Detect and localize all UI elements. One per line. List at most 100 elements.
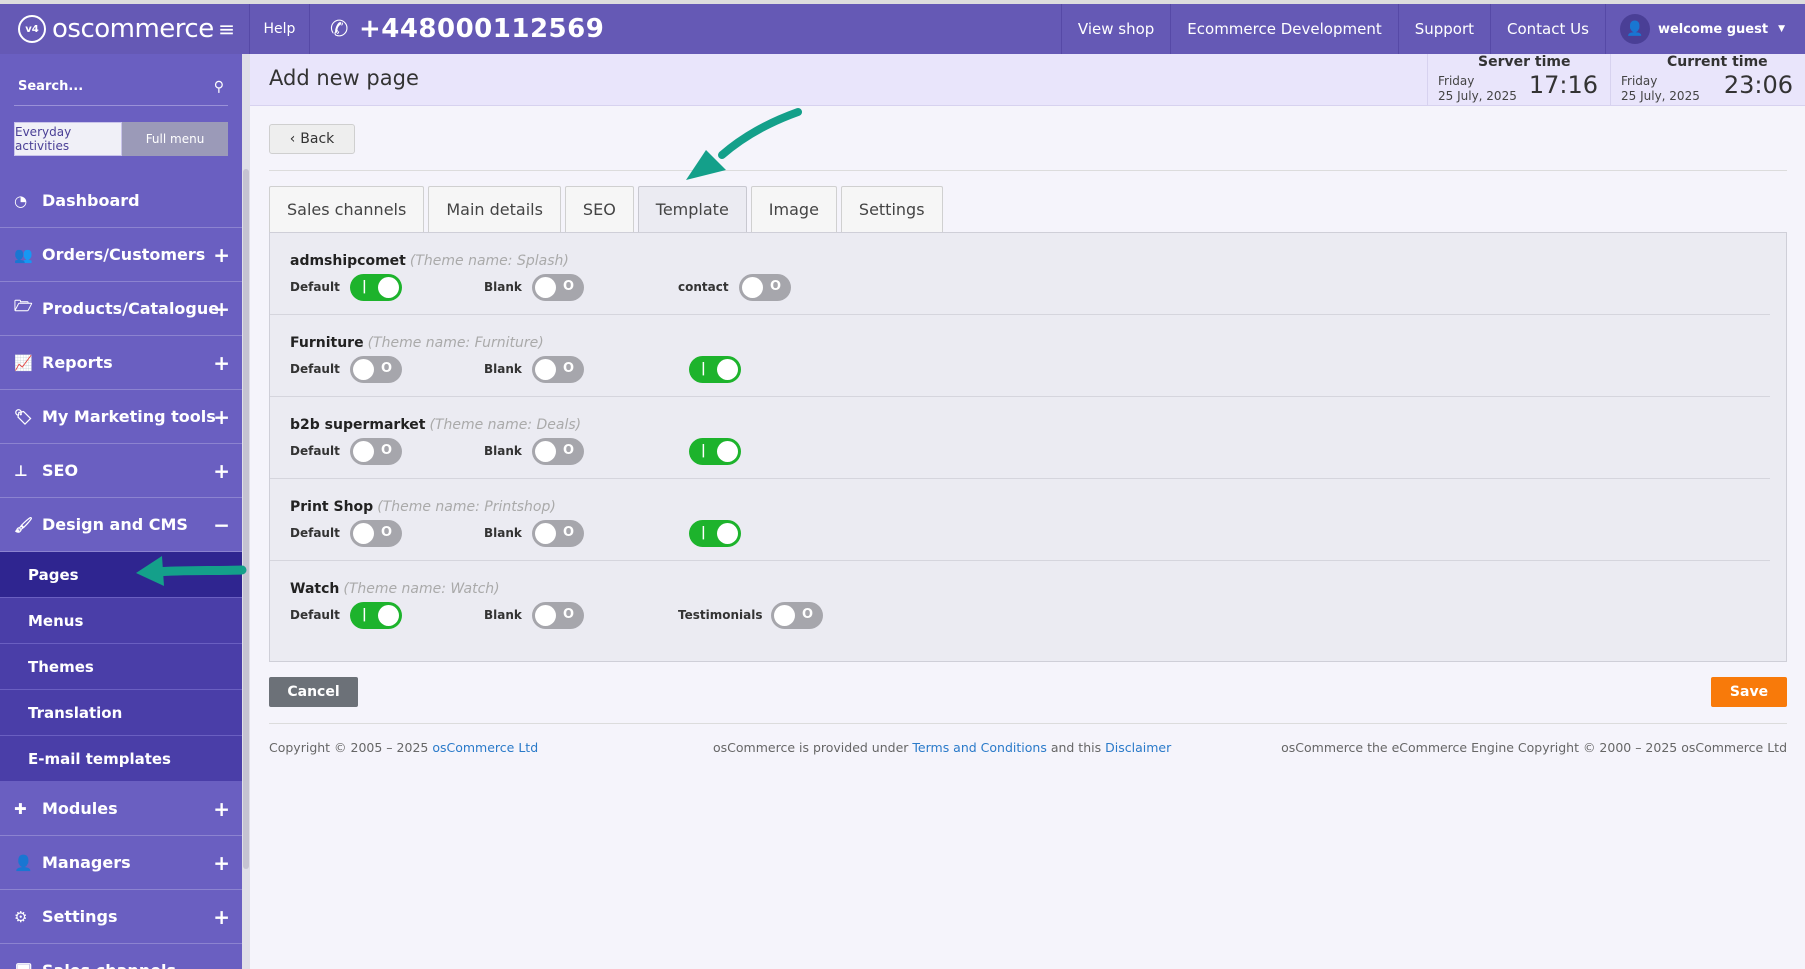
plus-icon[interactable]: + <box>213 243 230 267</box>
monitor-icon: 🖥 <box>14 962 36 969</box>
toggle-knob <box>717 523 738 544</box>
default-toggle[interactable]: | <box>350 274 402 301</box>
sidebar-item-dashboard[interactable]: ◔ Dashboard <box>0 174 242 228</box>
sidebar-item-pages[interactable]: Pages <box>0 552 242 598</box>
sidebar-item-sales-channels[interactable]: 🖥 Sales channels <box>0 944 242 969</box>
extra-toggle[interactable]: | <box>689 356 741 383</box>
minus-icon[interactable]: − <box>213 513 230 537</box>
toggle-glyph: O <box>380 361 392 376</box>
sidebar-item-seo[interactable]: ⊥ SEO + <box>0 444 242 498</box>
theme-row: Furniture (Theme name: Furniture) Default O… <box>270 315 1770 397</box>
search-icon[interactable]: ⚲ <box>214 79 224 95</box>
logo-text[interactable]: oscommerce <box>52 14 214 44</box>
sidebar-item-menus[interactable]: Menus <box>0 598 242 644</box>
everyday-activities-button[interactable]: Everyday activities <box>14 122 122 156</box>
tab-main-details[interactable]: Main details <box>428 186 561 232</box>
tab-settings[interactable]: Settings <box>840 186 943 232</box>
sidebar-item-modules[interactable]: ✚ Modules + <box>0 782 242 836</box>
blank-toggle[interactable]: O <box>532 356 584 383</box>
sidebar-item-label: Sales channels <box>42 961 176 969</box>
extra-toggle[interactable]: O <box>739 274 791 301</box>
tab-image[interactable]: Image <box>750 186 837 232</box>
toggle-knob <box>535 605 556 626</box>
sidebar-search[interactable]: Search... ⚲ <box>14 68 228 106</box>
toggle-glyph: | <box>701 361 706 376</box>
help-link[interactable]: Help <box>250 4 310 54</box>
sidebar-item-translation[interactable]: Translation <box>0 690 242 736</box>
nav-support[interactable]: Support <box>1397 4 1490 54</box>
default-toggle[interactable]: O <box>350 520 402 547</box>
plus-icon[interactable]: + <box>213 351 230 375</box>
toggle-knob <box>535 277 556 298</box>
blank-toggle[interactable]: O <box>532 520 584 547</box>
back-button[interactable]: ‹ Back <box>269 124 355 154</box>
oscommerce-link[interactable]: osCommerce Ltd <box>432 740 538 755</box>
theme-row: admshipcomet (Theme name: Splash) Default |… <box>270 233 1770 315</box>
plus-icon[interactable]: + <box>213 851 230 875</box>
sidebar-item-label: Reports <box>42 353 113 372</box>
sidebar-item-reports[interactable]: 📈 Reports + <box>0 336 242 390</box>
sidebar-item-managers[interactable]: 👤 Managers + <box>0 836 242 890</box>
toggle-glyph: | <box>701 525 706 540</box>
toggle-knob <box>353 359 374 380</box>
footer-copyright: Copyright © 2005 – 2025 osCommerce Ltd <box>269 740 538 755</box>
sidebar-item-email-templates[interactable]: E-mail templates <box>0 736 242 782</box>
search-input[interactable]: Search... <box>18 79 83 94</box>
default-toggle[interactable]: O <box>350 356 402 383</box>
nav-contact-us[interactable]: Contact Us <box>1490 4 1605 54</box>
plus-icon[interactable]: + <box>213 297 230 321</box>
default-toggle[interactable]: O <box>350 438 402 465</box>
extra-toggle[interactable]: | <box>689 520 741 547</box>
full-menu-button[interactable]: Full menu <box>122 122 228 156</box>
plus-icon[interactable]: + <box>213 905 230 929</box>
sidebar-menu: ◔ Dashboard 👥 Orders/Customers + 🗁 Produ… <box>0 174 242 969</box>
blank-toggle[interactable]: O <box>532 438 584 465</box>
sidebar-scrollbar[interactable] <box>242 54 250 969</box>
theme-subtitle: (Theme name: Deals) <box>429 417 582 433</box>
extra-toggle[interactable]: O <box>771 602 823 629</box>
sidebar-item-products-catalogue[interactable]: 🗁 Products/Catalogue + <box>0 282 242 336</box>
tab-sales-channels[interactable]: Sales channels <box>269 186 425 232</box>
theme-name: admshipcomet (Theme name: Splash) <box>290 253 569 269</box>
logo-mark[interactable]: v4 <box>18 15 46 43</box>
sidebar-item-label: Orders/Customers <box>42 245 206 264</box>
user-icon: 👤 <box>1619 14 1650 44</box>
current-time-label: Current time <box>1667 54 1768 70</box>
tab-seo[interactable]: SEO <box>564 186 634 232</box>
plus-icon[interactable]: + <box>213 405 230 429</box>
sidebar-item-orders-customers[interactable]: 👥 Orders/Customers + <box>0 228 242 282</box>
sidebar-item-settings[interactable]: ⚙ Settings + <box>0 890 242 944</box>
user-menu[interactable]: 👤 welcome guest ▼ <box>1604 4 1805 54</box>
plus-icon[interactable]: + <box>213 797 230 821</box>
top-nav: View shop Ecommerce Development Support … <box>1060 4 1805 54</box>
disclaimer-link[interactable]: Disclaimer <box>1105 740 1171 755</box>
nav-view-shop[interactable]: View shop <box>1060 4 1170 54</box>
default-toggle[interactable]: | <box>350 602 402 629</box>
default-label: Default <box>290 444 340 458</box>
toggle-glyph: | <box>701 443 706 458</box>
theme-subtitle: (Theme name: Watch) <box>343 581 500 597</box>
scrollbar-thumb[interactable] <box>243 169 249 869</box>
tab-template[interactable]: Template <box>637 186 747 232</box>
toggle-glyph: | <box>362 607 367 622</box>
toggle-knob <box>717 359 738 380</box>
phone-number: ✆ +448000112569 <box>310 4 604 54</box>
theme-subtitle: (Theme name: Splash) <box>409 253 569 269</box>
sidebar-item-themes[interactable]: Themes <box>0 644 242 690</box>
cancel-button[interactable]: Cancel <box>269 677 358 707</box>
nav-ecommerce-development[interactable]: Ecommerce Development <box>1170 4 1397 54</box>
terms-link[interactable]: Terms and Conditions <box>912 740 1046 755</box>
blank-toggle[interactable]: O <box>532 602 584 629</box>
extra-toggle[interactable]: | <box>689 438 741 465</box>
blank-toggle[interactable]: O <box>532 274 584 301</box>
users-icon: 👥 <box>14 245 33 264</box>
toggle-knob <box>717 441 738 462</box>
plus-icon[interactable]: + <box>213 459 230 483</box>
server-time-label: Server time <box>1478 54 1571 70</box>
user-name: welcome guest <box>1657 21 1769 37</box>
sidebar-item-marketing-tools[interactable]: 🏷 My Marketing tools + <box>0 390 242 444</box>
save-button[interactable]: Save <box>1711 677 1787 707</box>
theme-name: Print Shop (Theme name: Printshop) <box>290 499 556 515</box>
sidebar-item-design-cms[interactable]: 🖌 Design and CMS − <box>0 498 242 552</box>
hamburger-menu-icon[interactable]: ≡ <box>218 17 235 41</box>
